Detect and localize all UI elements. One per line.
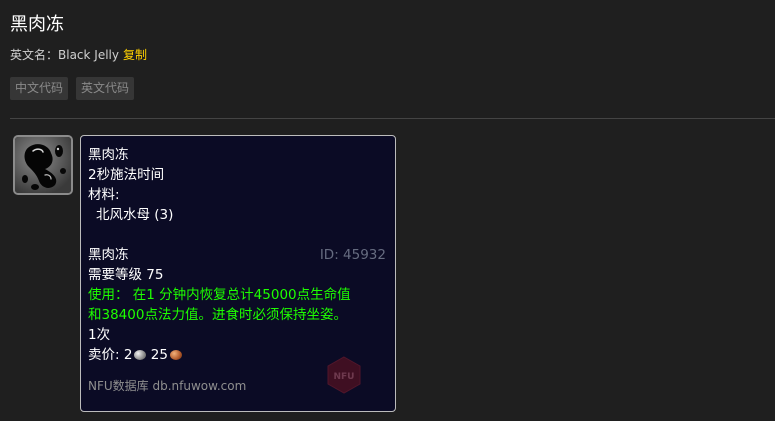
black-jelly-icon[interactable]: [13, 135, 73, 195]
copy-button[interactable]: 复制: [123, 48, 147, 62]
charges: 1次: [88, 327, 111, 343]
reagents-label: 材料:: [88, 187, 120, 203]
sell-label: 卖价:: [88, 347, 120, 363]
recipe-name: 黑肉冻: [88, 147, 129, 163]
use-effect-line2: 和38400点法力值。进食时必须保持坐姿。: [88, 307, 347, 323]
item-tooltip: 黑肉冻 2秒施法时间 材料: 北风水母 (3) 黑肉冻 ID: 45932 需要…: [80, 135, 396, 412]
silver-coin-icon: [134, 350, 147, 360]
reagent-link[interactable]: 北风水母 (3): [88, 205, 387, 225]
site-credit: NFU数据库 db.nfuwow.com: [88, 379, 247, 393]
sell-silver-amount: 2: [123, 347, 133, 363]
item-id: ID: 45932: [319, 247, 386, 263]
use-effect-line1: 使用： 在1 分钟内恢复总计45000点生命值: [88, 287, 351, 303]
item-name-row: 黑肉冻 ID: 45932: [88, 245, 387, 265]
english-name-row: 英文名：Black Jelly 复制: [10, 47, 147, 63]
english-name-value: Black Jelly: [58, 48, 119, 62]
nfu-logo-icon: NFU: [327, 356, 361, 394]
item-name: 黑肉冻: [88, 247, 129, 263]
chinese-code-button[interactable]: 中文代码: [10, 77, 69, 100]
nfu-logo-text: NFU: [334, 372, 355, 382]
divider: [10, 118, 775, 119]
english-code-button[interactable]: 英文代码: [76, 77, 135, 100]
english-name-label: 英文名：: [10, 48, 59, 62]
copper-coin-icon: [169, 350, 182, 360]
code-buttons: 中文代码 英文代码: [10, 77, 135, 100]
required-level: 需要等级 75: [88, 267, 164, 283]
page-title: 黑肉冻: [10, 14, 64, 35]
jelly-blob-icon: [15, 137, 71, 193]
sell-copper-amount: 25: [150, 347, 168, 363]
cast-time: 2秒施法时间: [88, 167, 165, 183]
